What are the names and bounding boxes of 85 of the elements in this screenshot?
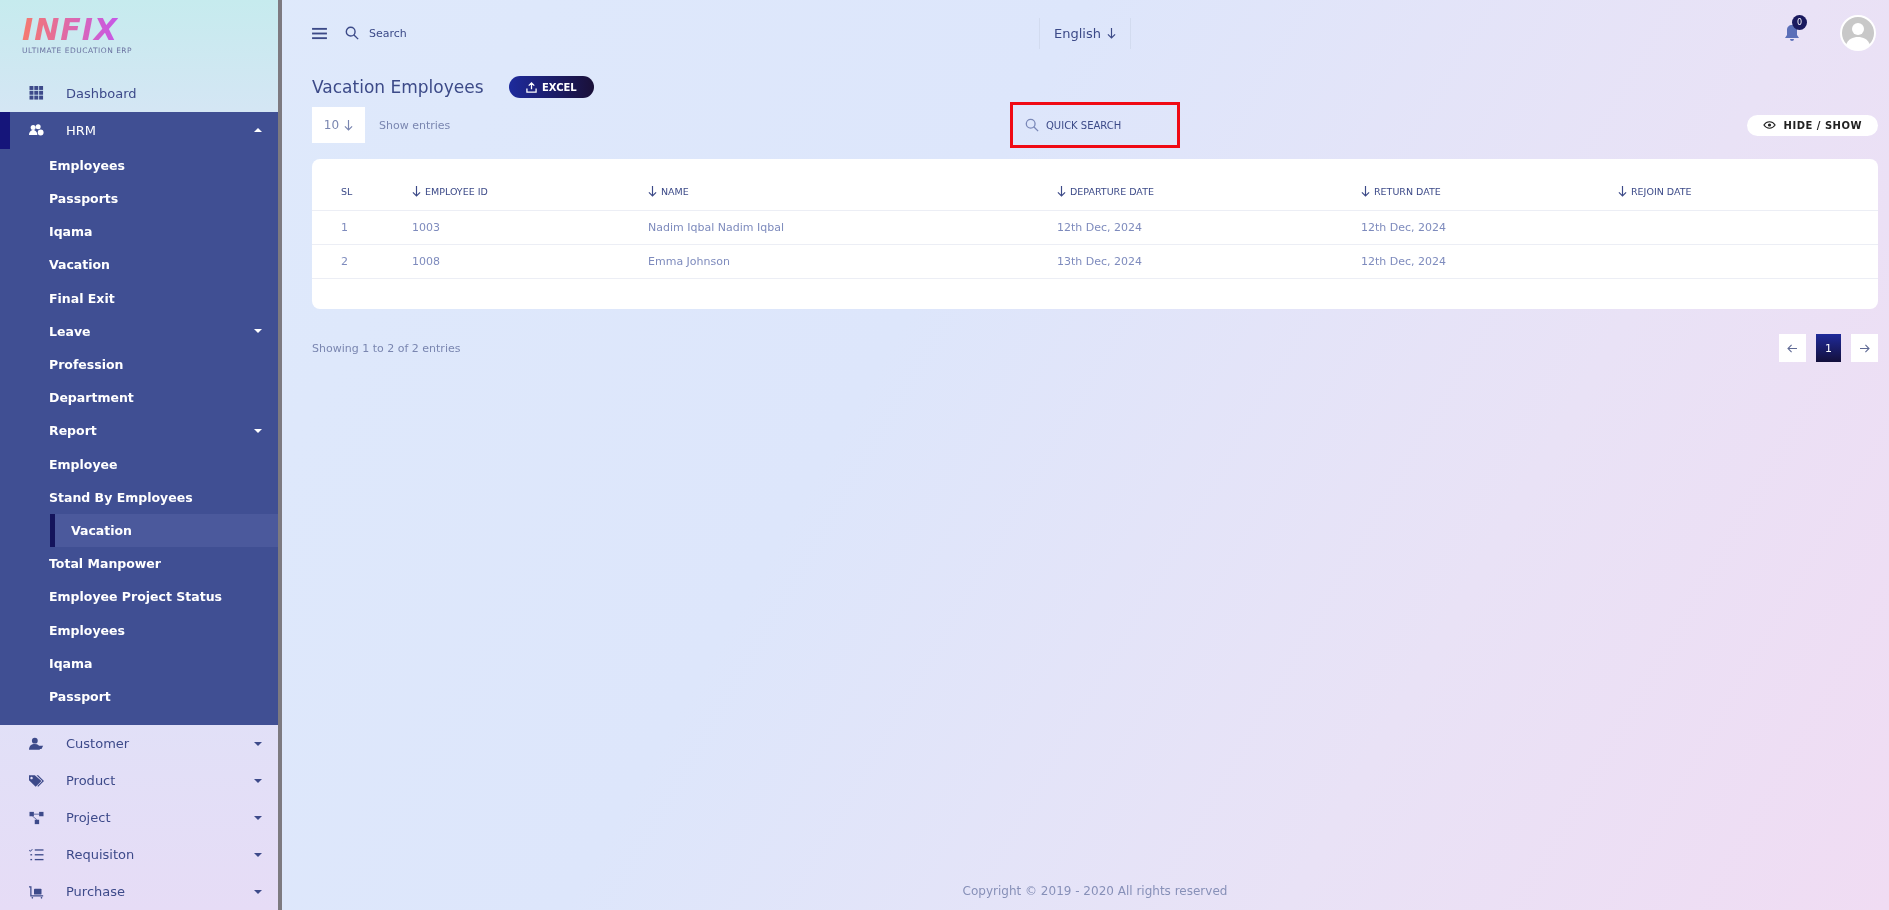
search-field[interactable]: Search	[345, 22, 489, 44]
luggage-cart-icon	[29, 884, 44, 899]
page-button[interactable]: 1	[1816, 334, 1841, 362]
column-header[interactable]: DEPARTURE DATE	[1057, 186, 1154, 197]
column-header[interactable]: SL	[341, 186, 353, 197]
table-cell: 1	[341, 221, 348, 234]
caret-icon	[254, 741, 262, 746]
avatar-icon[interactable]	[1840, 15, 1876, 51]
arrow-down-icon	[1106, 27, 1116, 39]
caret-icon	[254, 852, 262, 857]
language-dropdown[interactable]: English	[1039, 17, 1131, 49]
caret-icon	[254, 428, 262, 433]
menu-item[interactable]: Project	[0, 799, 278, 836]
submenu-item[interactable]: Final Exit	[0, 281, 278, 315]
caret-icon	[254, 329, 262, 334]
arrow-down-icon	[344, 119, 354, 131]
table-cell: 13th Dec, 2024	[1057, 255, 1143, 268]
table-cell: 12th Dec, 2024	[1057, 221, 1143, 234]
next-page-button[interactable]	[1851, 334, 1878, 362]
arrow-down-icon	[648, 186, 657, 197]
table-cell: 1008	[412, 255, 440, 268]
quick-search-field[interactable]: QUICK SEARCH	[1010, 102, 1180, 148]
column-header[interactable]: RETURN DATE	[1361, 186, 1441, 197]
submenu-item[interactable]: Department	[0, 381, 278, 415]
menu-item[interactable]: Dashboard	[0, 74, 278, 112]
table-cell: Nadim Iqbal Nadim Iqbal	[648, 221, 784, 234]
menu-icon[interactable]	[312, 26, 327, 40]
sitemap-icon	[29, 810, 44, 825]
copyright-text: Copyright © 2019 - 2020 All rights reserved	[962, 884, 1228, 900]
upload-icon	[526, 81, 537, 93]
menu-item[interactable]: Customer	[0, 725, 278, 762]
menu-item[interactable]: Requisiton	[0, 836, 278, 873]
submenu-item[interactable]: Vacation	[0, 248, 278, 282]
menu-item[interactable]: Purchase	[0, 873, 278, 910]
column-header[interactable]: NAME	[648, 186, 689, 197]
arrow-down-icon	[1618, 186, 1627, 197]
caret-icon	[254, 128, 262, 133]
caret-icon	[254, 815, 262, 820]
table-cell: 12th Dec, 2024	[1361, 221, 1447, 234]
arrow-down-icon	[1057, 186, 1066, 197]
submenu-item[interactable]: Vacation	[50, 513, 278, 548]
submenu-item[interactable]: Employee	[0, 447, 278, 481]
submenu-item[interactable]: Report	[0, 414, 278, 448]
submenu-item[interactable]: Profession	[0, 347, 278, 382]
submenu-item[interactable]: Stand By Employees	[0, 480, 278, 514]
show-entries-label: Show entries	[379, 118, 451, 132]
menu-item[interactable]: HRM	[0, 111, 278, 149]
arrow-down-icon	[412, 186, 421, 197]
submenu-item[interactable]: Iqama	[0, 215, 278, 249]
users-icon	[29, 123, 44, 138]
submenu-item[interactable]: Employees	[0, 613, 278, 647]
eye-icon	[1762, 121, 1776, 129]
hide-show-button[interactable]: HIDE / SHOW	[1746, 114, 1878, 136]
submenu-item[interactable]: Employees	[0, 148, 278, 182]
table-cell: 12th Dec, 2024	[1361, 255, 1447, 268]
submenu-item[interactable]: Total Manpower	[0, 547, 278, 581]
caret-icon	[254, 889, 262, 894]
submenu-item[interactable]: Iqama	[0, 646, 278, 680]
page-size-select[interactable]: 10	[312, 107, 365, 143]
notification-badge: 0	[1792, 15, 1807, 30]
previous-page-button[interactable]	[1779, 334, 1806, 362]
column-header[interactable]: EMPLOYEE ID	[412, 186, 488, 197]
arrow-down-icon	[1361, 186, 1370, 197]
caret-icon	[254, 778, 262, 783]
menu-item[interactable]: Product	[0, 762, 278, 799]
grid-icon	[29, 86, 44, 101]
arrow-left-icon	[1787, 343, 1798, 353]
column-header[interactable]: REJOIN DATE	[1618, 186, 1692, 197]
table-cell: 1003	[412, 221, 440, 234]
user-icon	[29, 736, 44, 751]
submenu-item[interactable]: Passport	[0, 679, 278, 713]
excel-export-button[interactable]: EXCEL	[509, 76, 594, 98]
page-title: Vacation Employees	[312, 77, 485, 97]
table-cell: 2	[341, 255, 348, 268]
table-cell: Emma Johnson	[648, 255, 730, 268]
search-icon	[1025, 118, 1039, 132]
submenu-item[interactable]: Leave	[0, 314, 278, 348]
bell-icon[interactable]	[1784, 24, 1800, 42]
tag-icon	[29, 773, 44, 788]
arrow-right-icon	[1859, 343, 1870, 353]
submenu-item[interactable]: Employee Project Status	[0, 580, 278, 614]
submenu-item[interactable]: Passports	[0, 182, 278, 216]
checklist-icon	[29, 847, 44, 862]
entries-summary: Showing 1 to 2 of 2 entries	[312, 341, 461, 355]
search-icon	[345, 26, 359, 40]
